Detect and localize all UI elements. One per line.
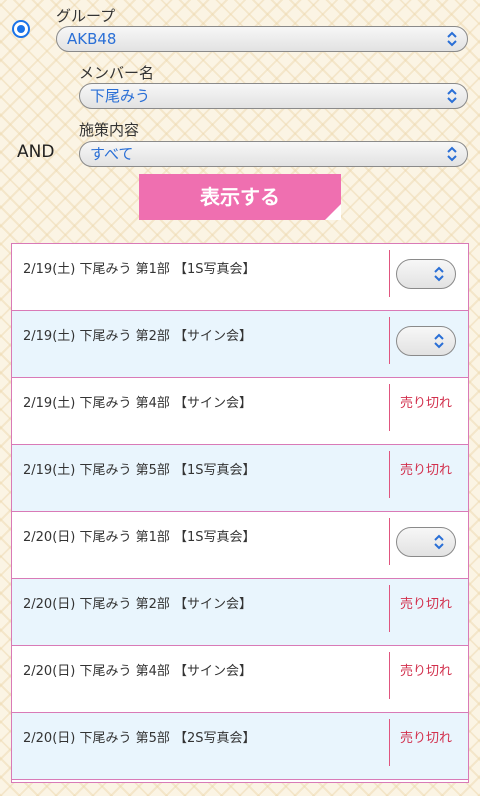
sold-out-label: 売り切れ [400, 396, 453, 411]
slot-description: 2/20(日) 下尾みう 第1部 【1S写真会】 [23, 530, 256, 545]
slot-description: 2/19(土) 下尾みう 第4部 【サイン会】 [23, 396, 253, 411]
table-row: 2/20(日) 下尾みう 第4部 【サイン会】 売り切れ [12, 646, 468, 713]
table-row: 2/20(日) 下尾みう 第1部 【1S写真会】 [12, 512, 468, 579]
row-divider [389, 518, 390, 565]
row-divider [389, 317, 390, 364]
row-divider [389, 451, 390, 498]
row-divider [389, 250, 390, 297]
table-row: 2/20(日) 下尾みう 第2部 【サイン会】 売り切れ [12, 579, 468, 646]
chevron-updown-icon [434, 534, 444, 550]
row-divider [389, 652, 390, 699]
slot-description: 2/19(土) 下尾みう 第5部 【1S写真会】 [23, 463, 256, 478]
quantity-select[interactable] [396, 527, 456, 557]
event-select-value: すべて [90, 145, 134, 163]
table-row: 2/19(土) 下尾みう 第4部 【サイン会】 売り切れ [12, 378, 468, 445]
member-label: メンバー名 [79, 64, 155, 82]
quantity-select[interactable] [396, 326, 456, 356]
group-filter-radio[interactable] [12, 20, 30, 38]
chevron-updown-icon [447, 146, 457, 162]
slot-description: 2/19(土) 下尾みう 第1部 【1S写真会】 [23, 262, 256, 277]
group-select[interactable]: AKB48 [56, 26, 468, 52]
member-select[interactable]: 下尾みう [79, 83, 468, 109]
show-button-label: 表示する [200, 185, 280, 209]
chevron-updown-icon [447, 31, 457, 47]
sold-out-label: 売り切れ [400, 463, 453, 478]
slot-description: 2/19(土) 下尾みう 第2部 【サイン会】 [23, 329, 253, 344]
event-select[interactable]: すべて [79, 141, 468, 167]
and-label: AND [17, 142, 55, 162]
sold-out-label: 売り切れ [400, 664, 453, 679]
table-row: 2/19(土) 下尾みう 第1部 【1S写真会】 [12, 244, 468, 311]
table-row: 2/19(土) 下尾みう 第2部 【サイン会】 [12, 311, 468, 378]
chevron-updown-icon [434, 333, 444, 349]
sold-out-label: 売り切れ [400, 597, 453, 612]
table-row: 2/20(日) 下尾みう 第5部 【2S写真会】 売り切れ [12, 713, 468, 780]
show-button[interactable]: 表示する [139, 174, 341, 220]
row-divider [389, 384, 390, 431]
row-divider [389, 719, 390, 766]
table-row: 2/19(土) 下尾みう 第5部 【1S写真会】 売り切れ [12, 445, 468, 512]
slot-description: 2/20(日) 下尾みう 第5部 【2S写真会】 [23, 731, 256, 746]
button-corner-decoration [325, 204, 341, 220]
group-select-value: AKB48 [67, 30, 117, 48]
sold-out-label: 売り切れ [400, 731, 453, 746]
slot-description: 2/20(日) 下尾みう 第4部 【サイン会】 [23, 664, 253, 679]
chevron-updown-icon [434, 266, 444, 282]
event-label: 施策内容 [79, 121, 140, 139]
row-divider [389, 585, 390, 632]
member-select-value: 下尾みう [90, 87, 151, 105]
group-label: グループ [56, 7, 116, 25]
slot-description: 2/20(日) 下尾みう 第2部 【サイン会】 [23, 597, 253, 612]
chevron-updown-icon [447, 88, 457, 104]
quantity-select[interactable] [396, 259, 456, 289]
slot-list: 2/19(土) 下尾みう 第1部 【1S写真会】 2/19(土) 下尾みう 第2部… [11, 243, 469, 783]
